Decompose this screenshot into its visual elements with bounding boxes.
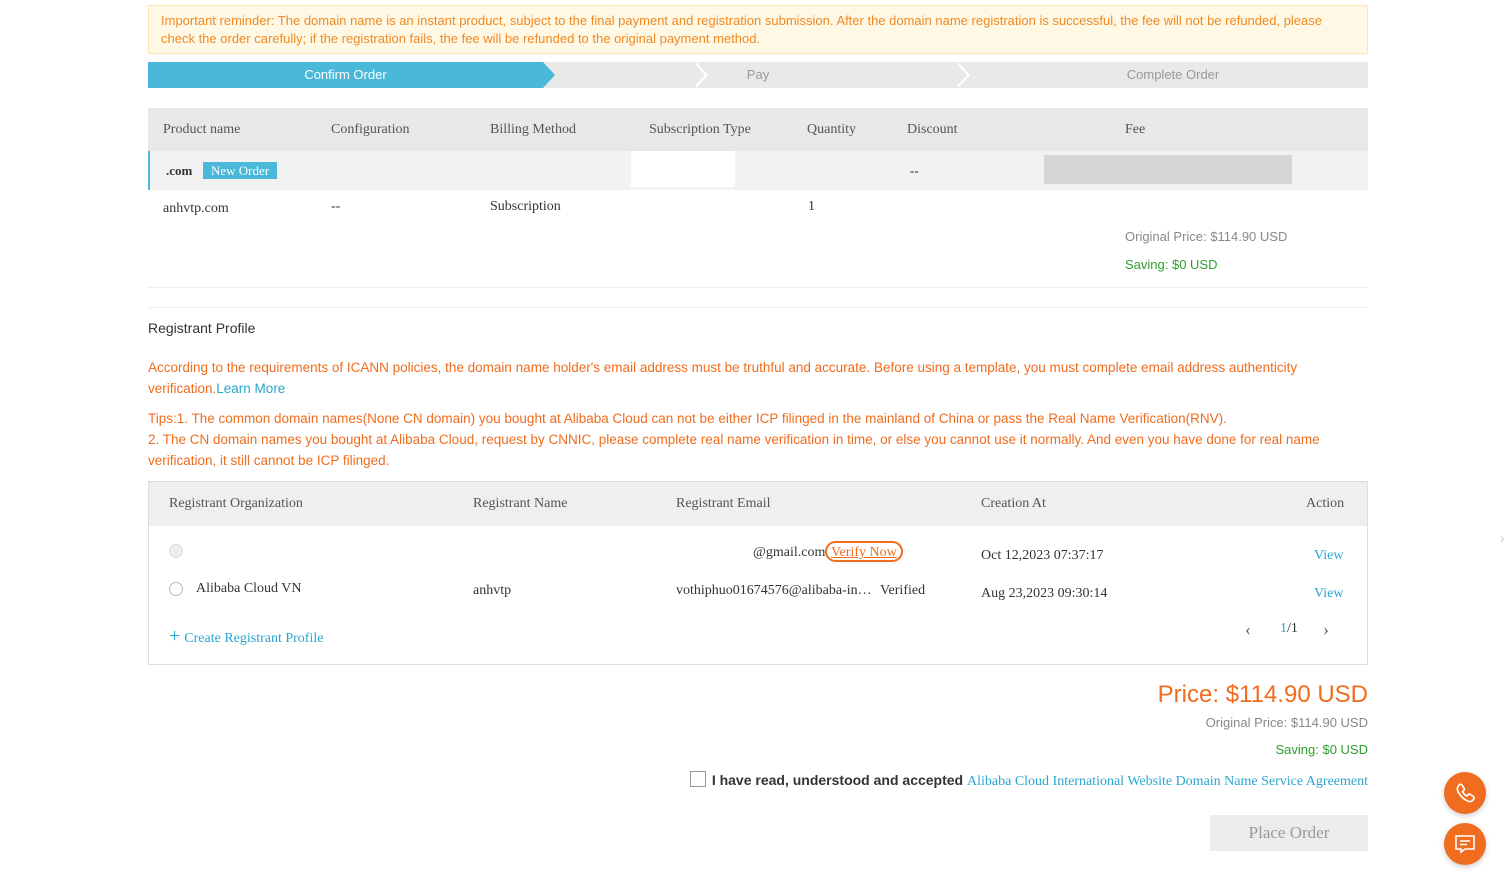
- registrant-email-2: vothiphuo01674576@alibaba-in…: [676, 583, 872, 598]
- order-table-header: Product name Configuration Billing Metho…: [148, 108, 1368, 151]
- plus-icon: +: [169, 625, 181, 647]
- view-link-2[interactable]: View: [1314, 586, 1343, 602]
- verify-now-button[interactable]: Verify Now: [825, 541, 903, 562]
- learn-more-link[interactable]: Learn More: [216, 381, 285, 396]
- chat-icon: [1455, 835, 1475, 854]
- product-name-cell: anhvtp.com: [163, 201, 229, 216]
- summary-original-price: Original Price: $114.90 USD: [1205, 715, 1368, 730]
- tips: Tips:1. The common domain names(None CN …: [148, 408, 1368, 471]
- summary-saving: Saving: $0 USD: [1275, 742, 1369, 757]
- divider: [148, 287, 1368, 288]
- divider: [148, 307, 1368, 308]
- registrant-radio-2[interactable]: [169, 582, 183, 596]
- col-billing-method: Billing Method: [490, 122, 576, 137]
- col-subscription-type: Subscription Type: [649, 122, 751, 137]
- col-registrant-name: Registrant Name: [473, 496, 568, 511]
- phone-button[interactable]: [1444, 772, 1486, 814]
- col-product-name: Product name: [163, 122, 241, 137]
- configuration-cell: --: [331, 199, 341, 214]
- agreement-link[interactable]: Alibaba Cloud International Website Doma…: [967, 774, 1368, 789]
- registrant-email-1: @gmail.com: [753, 545, 826, 560]
- current-page: 1: [1280, 621, 1287, 636]
- group-discount: --: [910, 163, 919, 178]
- phone-icon: [1456, 783, 1475, 803]
- col-configuration: Configuration: [331, 122, 410, 137]
- tip-2: 2. The CN domain names you bought at Ali…: [148, 432, 1320, 468]
- col-discount: Discount: [907, 122, 958, 137]
- view-link-1[interactable]: View: [1314, 548, 1343, 564]
- creation-at-2: Aug 23,2023 09:30:14: [981, 586, 1108, 601]
- step-confirm-order: Confirm Order: [148, 62, 543, 88]
- next-page-icon[interactable]: ›: [1323, 619, 1329, 640]
- registrant-radio-1[interactable]: [169, 544, 183, 558]
- col-fee: Fee: [1125, 122, 1146, 137]
- col-quantity: Quantity: [807, 122, 856, 137]
- tip-1: Tips:1. The common domain names(None CN …: [148, 411, 1227, 426]
- fee-original-price: Original Price: $114.90 USD: [1125, 229, 1288, 244]
- icann-notice-text: According to the requirements of ICANN p…: [148, 360, 1298, 396]
- create-registrant-profile-button[interactable]: + Create Registrant Profile: [169, 626, 324, 647]
- chat-button[interactable]: [1444, 823, 1486, 865]
- place-order-button[interactable]: Place Order: [1210, 815, 1368, 851]
- agreement-checkbox[interactable]: [689, 771, 706, 787]
- order-group-row: .com New Order --: [148, 151, 1368, 190]
- prev-page-icon[interactable]: ‹: [1245, 619, 1251, 640]
- new-order-badge: New Order: [203, 162, 278, 179]
- registrant-table-header: Registrant Organization Registrant Name …: [149, 482, 1367, 526]
- agreement-text: I have read, understood and accepted: [711, 772, 964, 788]
- fee-redacted-block: [1044, 155, 1292, 184]
- registrant-profile-title: Registrant Profile: [148, 320, 256, 336]
- registrant-name-2: anhvtp: [473, 583, 512, 598]
- fee-saving: Saving: $0 USD: [1125, 257, 1218, 272]
- step-pay: Pay: [746, 67, 770, 82]
- order-steps: Confirm Order Pay Complete Order: [148, 62, 1368, 88]
- important-reminder: Important reminder: The domain name is a…: [148, 5, 1368, 54]
- billing-method-cell: Subscription: [490, 199, 561, 214]
- redacted-block: [631, 151, 735, 187]
- quantity-cell: 1: [808, 199, 815, 214]
- domain-suffix: .com: [166, 163, 193, 178]
- total-price: Price: $114.90 USD: [1157, 681, 1368, 708]
- registrant-table: Registrant Organization Registrant Name …: [148, 481, 1368, 665]
- col-registrant-email: Registrant Email: [676, 496, 771, 511]
- agreement-row: I have read, understood and accepted Ali…: [689, 771, 1368, 790]
- page-total: /1: [1287, 621, 1298, 636]
- icann-notice: According to the requirements of ICANN p…: [148, 357, 1368, 399]
- step-complete-order: Complete Order: [1126, 67, 1220, 82]
- registrant-org-2: Alibaba Cloud VN: [196, 581, 302, 596]
- create-registrant-profile-label: Create Registrant Profile: [184, 631, 324, 646]
- verified-status: Verified: [880, 583, 926, 598]
- col-registrant-organization: Registrant Organization: [169, 496, 303, 511]
- page-indicator: 1/1: [1280, 621, 1298, 637]
- chevron-right-icon: ›: [1500, 530, 1505, 546]
- creation-at-1: Oct 12,2023 07:37:17: [981, 548, 1104, 563]
- col-creation-at: Creation At: [981, 496, 1046, 511]
- col-action: Action: [1306, 496, 1345, 511]
